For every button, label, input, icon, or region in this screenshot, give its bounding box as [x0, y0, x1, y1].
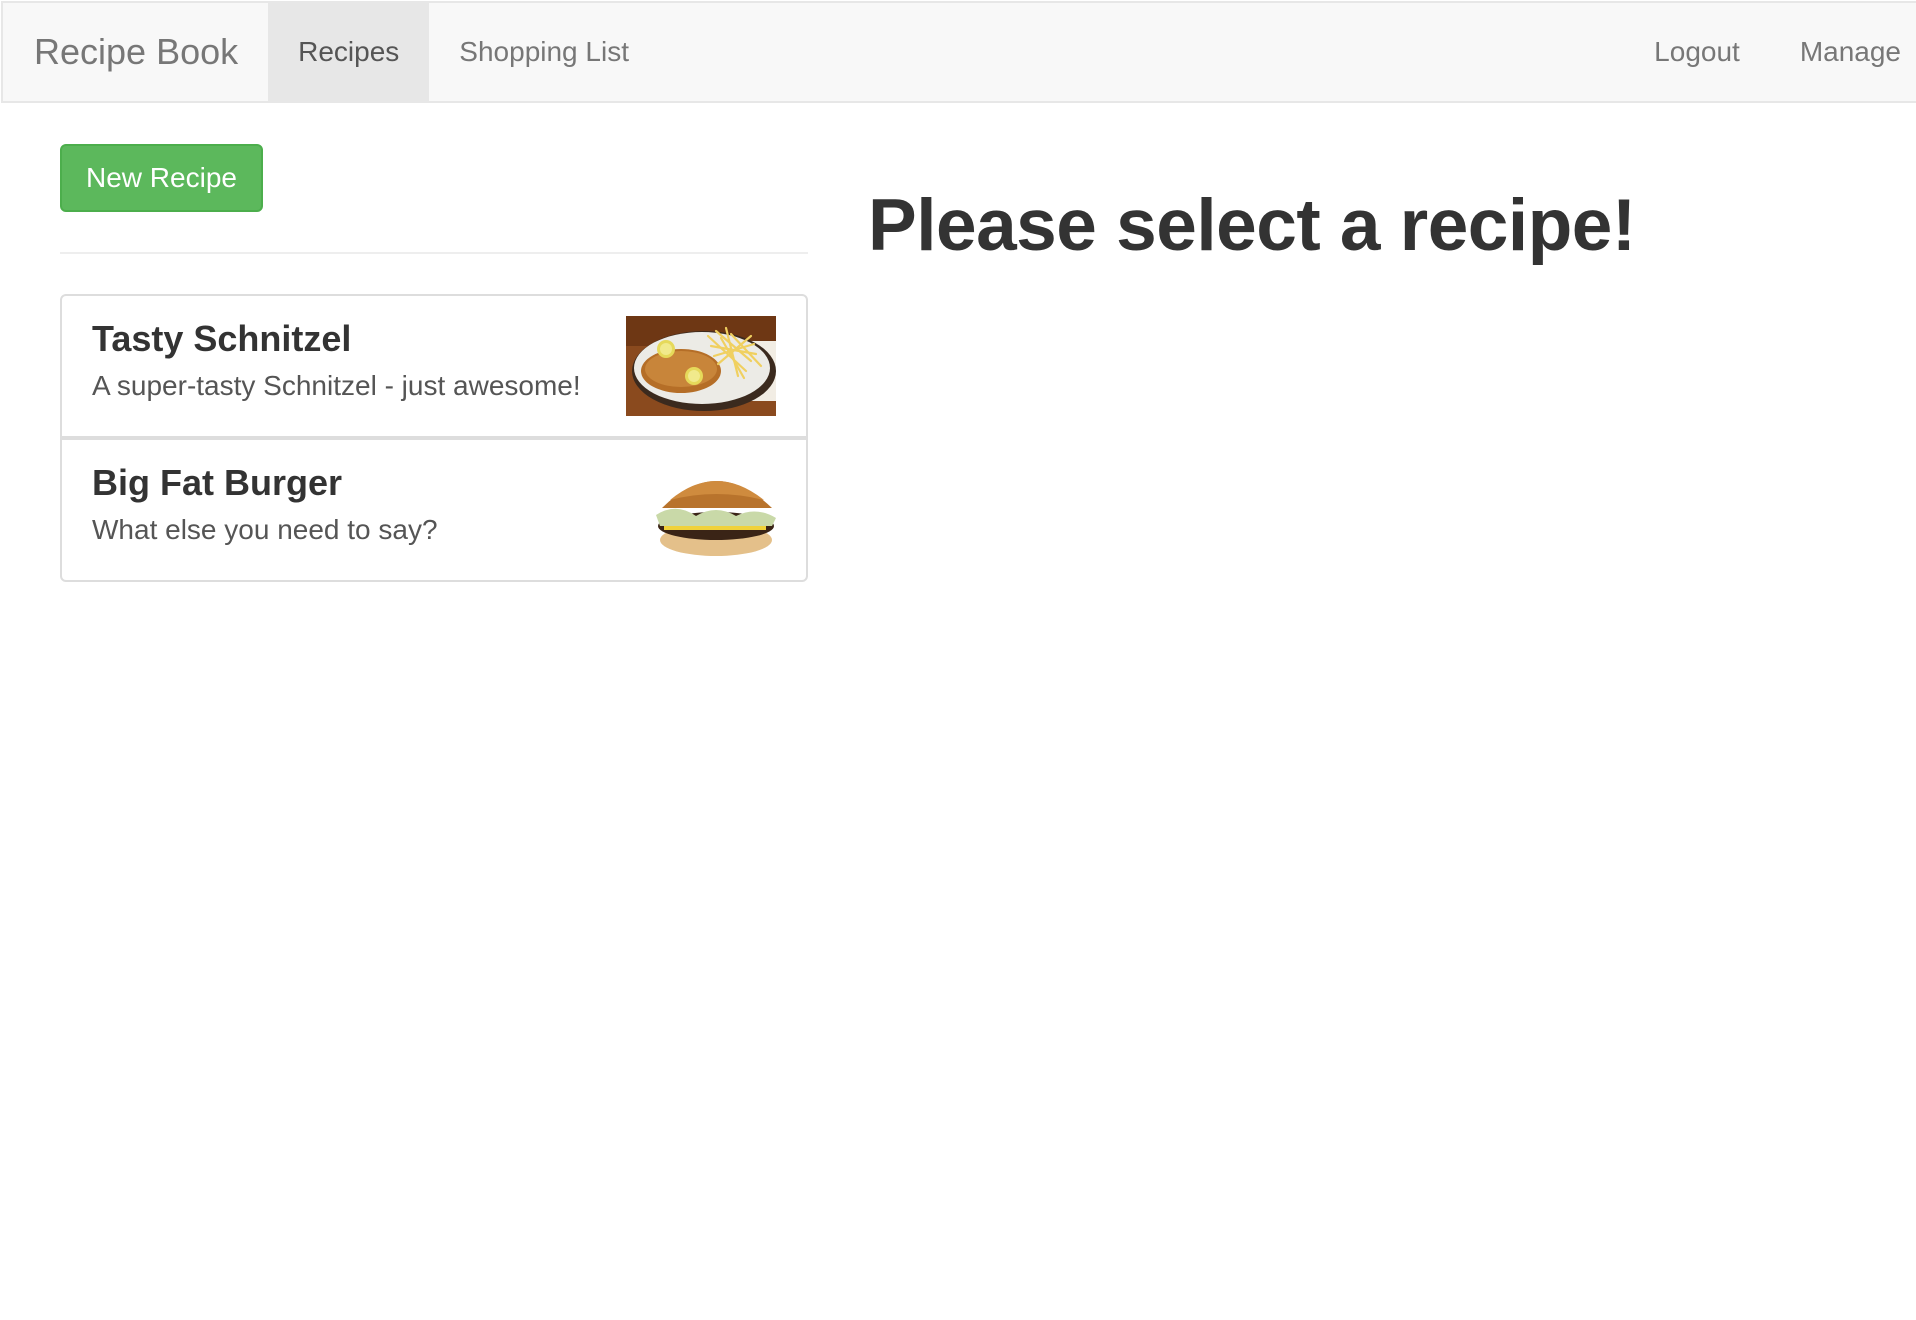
recipe-item-burger[interactable]: Big Fat Burger What else you need to say…: [60, 438, 808, 582]
recipe-name: Tasty Schnitzel: [92, 318, 352, 359]
nav-recipes[interactable]: Recipes: [268, 3, 430, 101]
nav-right: Logout Manage: [1624, 3, 1916, 101]
nav-manage-dropdown[interactable]: Manage: [1770, 3, 1916, 101]
new-recipe-button[interactable]: New Recipe: [60, 144, 263, 212]
select-recipe-message: Please select a recipe!: [868, 185, 1636, 266]
burger-image: [626, 460, 776, 560]
nav-logout[interactable]: Logout: [1624, 3, 1770, 101]
recipe-name: Big Fat Burger: [92, 462, 343, 503]
nav-left: Recipes Shopping List: [268, 3, 659, 101]
schnitzel-image: [626, 316, 776, 416]
divider: [60, 252, 808, 254]
recipe-item-schnitzel[interactable]: Tasty Schnitzel A super-tasty Schnitzel …: [60, 294, 808, 438]
navbar: Recipe Book Recipes Shopping List Logout…: [1, 1, 1916, 103]
recipe-description: A super-tasty Schnitzel - just awesome!: [92, 370, 581, 401]
brand-link[interactable]: Recipe Book: [3, 3, 268, 101]
recipe-list: Tasty Schnitzel A super-tasty Schnitzel …: [60, 294, 808, 582]
recipe-description: What else you need to say?: [92, 514, 438, 545]
nav-shopping-list[interactable]: Shopping List: [429, 3, 659, 101]
